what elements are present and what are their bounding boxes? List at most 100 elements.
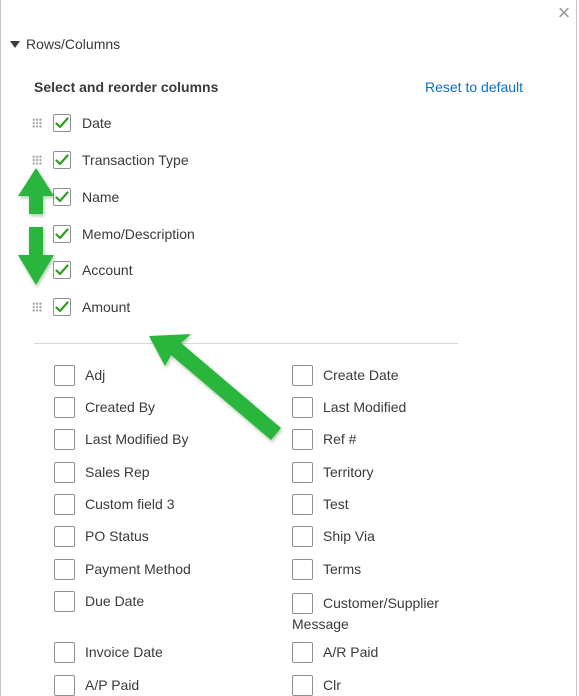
- column-checkbox[interactable]: [53, 261, 71, 279]
- select-reorder-label: Select and reorder columns: [34, 79, 219, 95]
- column-label: A/P Paid: [85, 677, 140, 693]
- drag-handle-icon[interactable]: [32, 118, 42, 128]
- column-checkbox[interactable]: [292, 593, 313, 614]
- available-column-option[interactable]: Last Modified: [292, 397, 406, 418]
- column-label: Last Modified By: [85, 431, 189, 447]
- column-checkbox[interactable]: [53, 225, 71, 243]
- column-label: Ref #: [323, 431, 357, 447]
- available-column-option[interactable]: PO Status: [54, 526, 149, 547]
- divider: [34, 343, 458, 344]
- selected-column-row[interactable]: Date: [32, 112, 112, 134]
- reset-to-default-link[interactable]: Reset to default: [425, 79, 523, 95]
- column-checkbox[interactable]: [54, 642, 75, 663]
- check-icon: [55, 154, 69, 166]
- rows-columns-panel: × Rows/Columns Select and reorder column…: [0, 0, 577, 696]
- column-label: Payment Method: [85, 561, 191, 577]
- column-label: Account: [82, 262, 133, 278]
- available-column-option[interactable]: Terms: [292, 559, 361, 580]
- column-label: A/R Paid: [323, 644, 379, 660]
- column-label: Adj: [85, 367, 106, 383]
- available-column-option[interactable]: Last Modified By: [54, 429, 189, 450]
- check-icon: [55, 117, 69, 129]
- column-checkbox[interactable]: [292, 526, 313, 547]
- available-column-option[interactable]: Create Date: [292, 365, 398, 386]
- column-label: Name: [82, 189, 120, 205]
- drag-handle-icon[interactable]: [32, 229, 42, 239]
- column-checkbox[interactable]: [53, 298, 71, 316]
- available-column-option[interactable]: Test: [292, 494, 349, 515]
- column-label: Clr: [323, 677, 341, 693]
- available-column-option[interactable]: Adj: [54, 365, 105, 386]
- available-column-option[interactable]: Due Date: [54, 591, 144, 612]
- triangle-down-icon: [10, 40, 20, 48]
- available-column-option[interactable]: Customer/Supplier: [292, 593, 439, 614]
- column-label-wrap: Message: [292, 616, 349, 632]
- column-checkbox[interactable]: [54, 675, 75, 696]
- drag-handle-icon[interactable]: [32, 265, 42, 275]
- arrow-diagonal-icon: [149, 334, 281, 440]
- available-column-option[interactable]: Payment Method: [54, 559, 191, 580]
- column-label: Create Date: [323, 367, 399, 383]
- column-label: Amount: [82, 299, 131, 315]
- column-label: PO Status: [85, 528, 149, 544]
- column-checkbox[interactable]: [54, 397, 75, 418]
- column-label: Date: [82, 115, 112, 131]
- column-checkbox[interactable]: [292, 462, 313, 483]
- column-checkbox[interactable]: [54, 365, 75, 386]
- check-icon: [55, 228, 69, 240]
- column-checkbox[interactable]: [292, 397, 313, 418]
- column-checkbox[interactable]: [54, 494, 75, 515]
- column-checkbox[interactable]: [54, 526, 75, 547]
- selected-column-row[interactable]: Account: [32, 259, 133, 281]
- column-checkbox[interactable]: [292, 429, 313, 450]
- column-checkbox[interactable]: [54, 429, 75, 450]
- rows-columns-section-toggle[interactable]: Rows/Columns: [10, 36, 120, 52]
- column-checkbox[interactable]: [292, 494, 313, 515]
- check-icon: [55, 264, 69, 276]
- column-checkbox[interactable]: [53, 114, 71, 132]
- available-column-option[interactable]: Ship Via: [292, 526, 375, 547]
- close-icon[interactable]: ×: [553, 2, 575, 24]
- column-checkbox[interactable]: [292, 675, 313, 696]
- available-column-option[interactable]: Clr: [292, 675, 341, 696]
- drag-handle-icon[interactable]: [32, 155, 42, 165]
- available-column-option[interactable]: Sales Rep: [54, 462, 150, 483]
- column-label: Sales Rep: [85, 464, 150, 480]
- column-checkbox[interactable]: [54, 559, 75, 580]
- available-column-option[interactable]: Invoice Date: [54, 642, 163, 663]
- column-label: Customer/Supplier: [323, 595, 439, 611]
- check-icon: [55, 191, 69, 203]
- column-label: Memo/Description: [82, 226, 195, 242]
- selected-column-row[interactable]: Transaction Type: [32, 149, 189, 171]
- drag-handle-icon[interactable]: [32, 302, 42, 312]
- column-label: Territory: [323, 464, 374, 480]
- drag-handle-icon[interactable]: [32, 192, 42, 202]
- column-checkbox[interactable]: [292, 365, 313, 386]
- selected-column-row[interactable]: Memo/Description: [32, 223, 195, 245]
- selected-column-row[interactable]: Name: [32, 186, 119, 208]
- column-label: Transaction Type: [82, 152, 189, 168]
- column-checkbox[interactable]: [53, 151, 71, 169]
- section-title: Rows/Columns: [26, 36, 121, 52]
- column-checkbox[interactable]: [292, 559, 313, 580]
- available-column-option[interactable]: Custom field 3: [54, 494, 174, 515]
- selected-column-row[interactable]: Amount: [32, 296, 130, 318]
- column-label: Ship Via: [323, 528, 375, 544]
- column-label: Custom field 3: [85, 496, 175, 512]
- available-column-option[interactable]: A/P Paid: [54, 675, 139, 696]
- column-checkbox[interactable]: [53, 188, 71, 206]
- check-icon: [55, 301, 69, 313]
- column-label: Created By: [85, 399, 156, 415]
- column-checkbox[interactable]: [292, 642, 313, 663]
- available-column-option[interactable]: Ref #: [292, 429, 356, 450]
- available-column-option[interactable]: Created By: [54, 397, 155, 418]
- column-label: Test: [323, 496, 349, 512]
- available-column-option[interactable]: A/R Paid: [292, 642, 378, 663]
- column-checkbox[interactable]: [54, 591, 75, 612]
- column-label: Terms: [323, 561, 362, 577]
- column-label: Last Modified: [323, 399, 407, 415]
- column-label: Invoice Date: [85, 644, 163, 660]
- column-checkbox[interactable]: [54, 462, 75, 483]
- available-column-option[interactable]: Territory: [292, 462, 374, 483]
- column-label: Due Date: [85, 593, 145, 609]
